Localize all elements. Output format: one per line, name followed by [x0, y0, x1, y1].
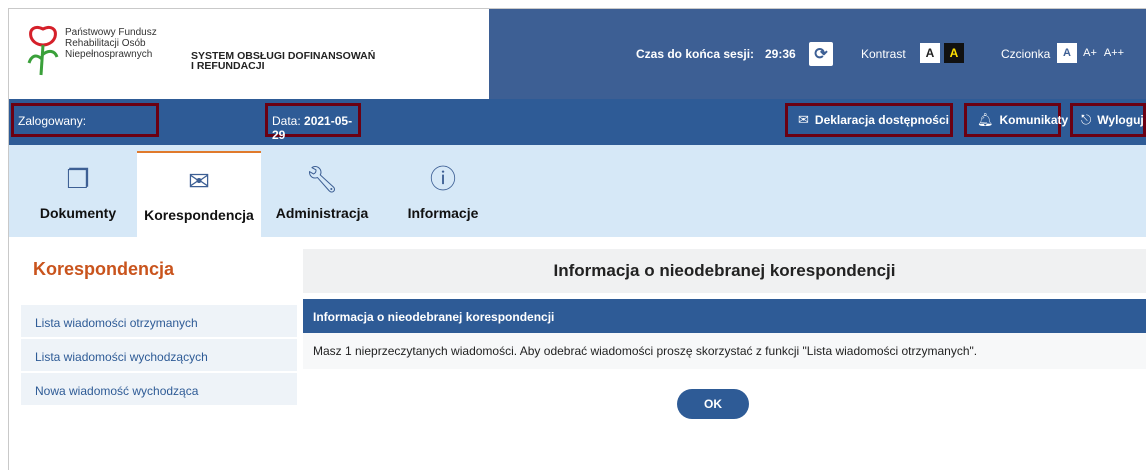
panel-message: Masz 1 nieprzeczytanych wiadomości. Aby …: [303, 333, 1146, 369]
tab-label: Dokumenty: [39, 205, 117, 221]
messages-link[interactable]: 🔔︎ Komunikaty: [964, 103, 1068, 137]
contrast-high-button[interactable]: A: [944, 43, 964, 63]
main-tabs: ❐ Dokumenty ✉ Korespondencja 🔧︎ Administ…: [9, 145, 1146, 237]
declaration-label: Deklaracja dostępności: [814, 113, 949, 127]
page-title: Informacja o nieodebranej korespondencji: [303, 249, 1146, 293]
tab-label: Administracja: [275, 205, 369, 221]
sidebar-menu: Lista wiadomości otrzymanych Lista wiado…: [21, 305, 297, 407]
system-name: SYSTEM OBSŁUGI DOFINANSOWAŃ I REFUNDACJI: [191, 50, 376, 72]
sidebar-item-received[interactable]: Lista wiadomości otrzymanych: [21, 305, 297, 337]
font-size-label: Czcionka: [1001, 47, 1051, 61]
tab-correspondence[interactable]: ✉ Korespondencja: [137, 151, 261, 237]
envelope-open-icon: ✉: [798, 112, 809, 127]
sidebar-title: Korespondencja: [33, 259, 175, 279]
ok-button[interactable]: OK: [677, 389, 749, 419]
top-header: Państwowy Fundusz Rehabilitacji Osób Nie…: [9, 9, 1146, 99]
panel-title: Informacja o nieodebranej korespondencji: [303, 299, 1146, 333]
accessibility-declaration-link[interactable]: ✉ Deklaracja dostępności: [785, 103, 953, 137]
contrast-label: Kontrast: [861, 47, 906, 61]
messages-label: Komunikaty: [999, 113, 1069, 127]
session-label: Czas do końca sesji:: [636, 47, 755, 61]
font-normal-button[interactable]: A: [1057, 43, 1077, 63]
logout-link[interactable]: ⎋ Wyloguj: [1070, 103, 1146, 137]
tab-label: Korespondencja: [144, 207, 254, 223]
wrench-icon: 🔧︎: [305, 164, 339, 194]
logout-label: Wyloguj: [1097, 113, 1144, 127]
header-tools: Czas do końca sesji: 29:36 ⟳ Kontrast A …: [489, 9, 1146, 99]
header-branding: Państwowy Fundusz Rehabilitacji Osób Nie…: [9, 9, 489, 99]
contrast-normal-button[interactable]: A: [920, 43, 940, 63]
info-icon: ⓘ: [429, 164, 456, 194]
session-timer: 29:36: [765, 47, 796, 61]
sidebar-item-new-message[interactable]: Nowa wiadomość wychodząca: [21, 373, 297, 405]
font-bigger-button[interactable]: A+: [1081, 43, 1099, 63]
content-area: Korespondencja Lista wiadomości otrzyman…: [9, 237, 1146, 470]
current-date: Data: 2021-05-29: [265, 103, 361, 142]
organization-name: Państwowy Fundusz Rehabilitacji Osób Nie…: [65, 27, 157, 60]
documents-icon: ❐: [66, 164, 90, 194]
pfron-logo: [27, 25, 59, 76]
app-frame: Państwowy Fundusz Rehabilitacji Osób Nie…: [8, 8, 1146, 470]
door-icon: ⎋: [1081, 112, 1092, 127]
refresh-icon[interactable]: ⟳: [809, 42, 833, 66]
font-biggest-button[interactable]: A++: [1103, 43, 1125, 63]
tab-administration[interactable]: 🔧︎ Administracja: [261, 151, 383, 237]
bell-icon: 🔔︎: [977, 112, 994, 127]
tab-information[interactable]: ⓘ Informacje: [393, 151, 493, 237]
tab-documents[interactable]: ❐ Dokumenty: [23, 151, 133, 237]
sidebar-item-outgoing[interactable]: Lista wiadomości wychodzących: [21, 339, 297, 371]
envelope-icon: ✉: [188, 166, 210, 196]
user-bar: Zalogowany: Data: 2021-05-29 ✉ Deklaracj…: [9, 99, 1146, 145]
date-label: Data:: [272, 114, 301, 128]
logged-user: Zalogowany:: [11, 103, 159, 137]
logged-label: Zalogowany:: [18, 114, 87, 128]
tab-label: Informacje: [407, 205, 479, 221]
